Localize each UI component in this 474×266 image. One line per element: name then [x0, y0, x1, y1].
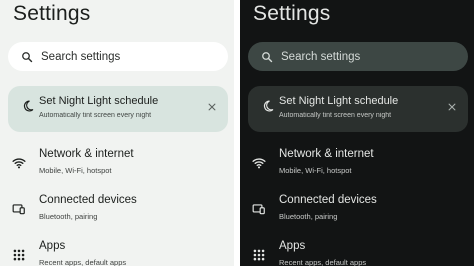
- item-subtitle: Mobile, Wi-Fi, hotspot: [279, 166, 352, 175]
- search-placeholder: Search settings: [41, 50, 121, 63]
- item-subtitle: Bluetooth, pairing: [279, 212, 338, 221]
- settings-item-network[interactable]: Network & internet Mobile, Wi-Fi, hotspo…: [240, 146, 474, 186]
- search-bar[interactable]: Search settings: [8, 42, 228, 71]
- devices-icon: [252, 202, 266, 216]
- page-title: Settings: [253, 2, 331, 25]
- suggestion-subtitle: Automatically tint screen every night: [279, 112, 392, 119]
- devices-icon: [12, 202, 26, 216]
- item-title: Network & internet: [39, 148, 134, 160]
- wifi-icon: [12, 156, 26, 170]
- settings-item-network[interactable]: Network & internet Mobile, Wi-Fi, hotspo…: [0, 146, 234, 186]
- search-icon: [21, 51, 33, 63]
- close-icon[interactable]: [207, 102, 217, 112]
- search-icon: [261, 51, 273, 63]
- suggestion-title: Set Night Light schedule: [279, 95, 399, 107]
- item-subtitle: Recent apps, default apps: [39, 258, 127, 266]
- close-icon[interactable]: [447, 102, 457, 112]
- item-title: Apps: [39, 240, 66, 252]
- settings-item-connected-devices[interactable]: Connected devices Bluetooth, pairing: [0, 192, 234, 232]
- night-light-suggestion-card[interactable]: Set Night Light schedule Automatically t…: [248, 86, 468, 132]
- item-title: Connected devices: [279, 194, 377, 206]
- page-title: Settings: [13, 2, 91, 25]
- settings-screen-dark: Settings Search settings Set Night Light…: [240, 0, 474, 266]
- item-subtitle: Mobile, Wi-Fi, hotspot: [39, 166, 112, 175]
- apps-grid-icon: [12, 248, 26, 262]
- settings-screen-light: Settings Search settings Set Night Light…: [0, 0, 234, 266]
- item-title: Connected devices: [39, 194, 137, 206]
- settings-item-apps[interactable]: Apps Recent apps, default apps: [240, 238, 474, 266]
- item-subtitle: Bluetooth, pairing: [39, 212, 98, 221]
- search-bar[interactable]: Search settings: [248, 42, 468, 71]
- settings-item-apps[interactable]: Apps Recent apps, default apps: [0, 238, 234, 266]
- settings-item-connected-devices[interactable]: Connected devices Bluetooth, pairing: [240, 192, 474, 232]
- moon-icon: [21, 99, 35, 113]
- night-light-suggestion-card[interactable]: Set Night Light schedule Automatically t…: [8, 86, 228, 132]
- item-title: Apps: [279, 240, 306, 252]
- apps-grid-icon: [252, 248, 266, 262]
- item-title: Network & internet: [279, 148, 374, 160]
- suggestion-subtitle: Automatically tint screen every night: [39, 112, 152, 119]
- search-placeholder: Search settings: [281, 50, 361, 63]
- moon-icon: [261, 99, 275, 113]
- suggestion-title: Set Night Light schedule: [39, 95, 159, 107]
- item-subtitle: Recent apps, default apps: [279, 258, 367, 266]
- wifi-icon: [252, 156, 266, 170]
